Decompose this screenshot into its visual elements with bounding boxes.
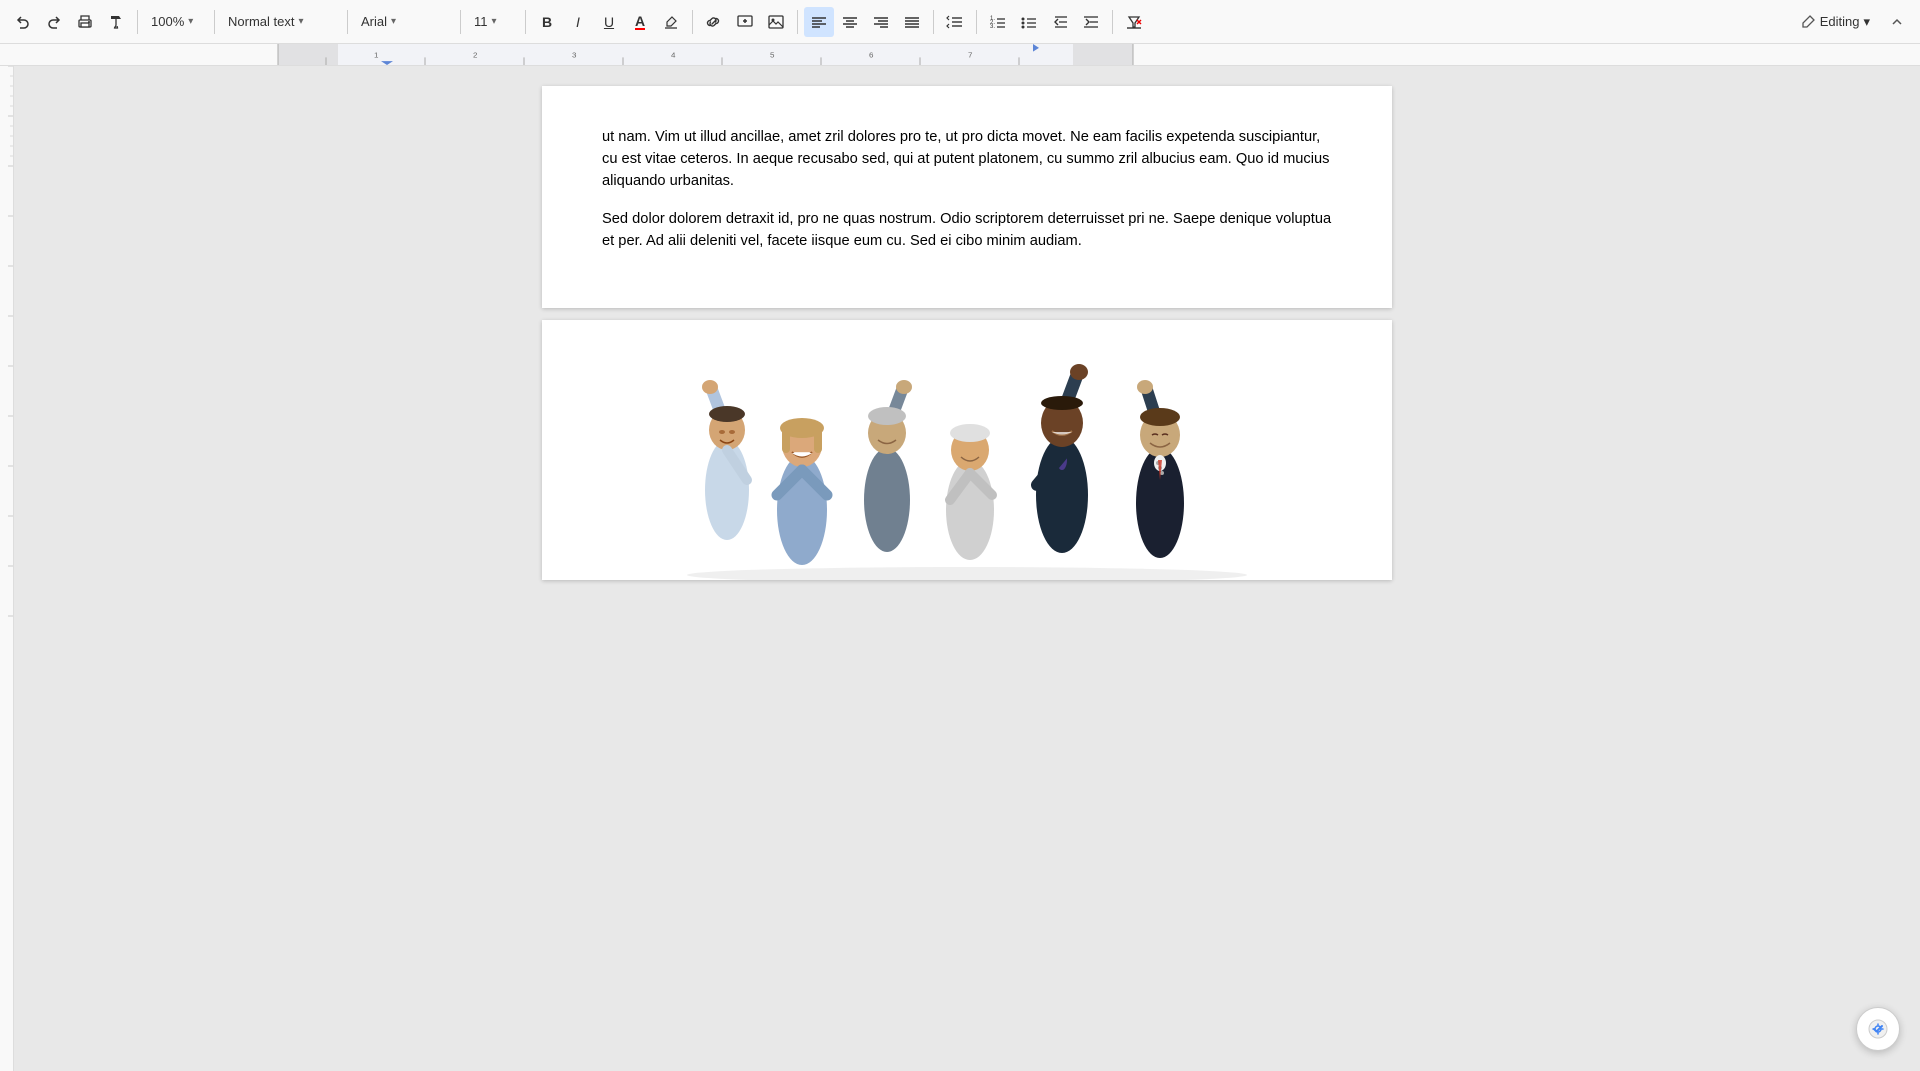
style-select[interactable]: Normal text ▾ xyxy=(221,7,341,37)
align-left-button[interactable] xyxy=(804,7,834,37)
people-image xyxy=(642,360,1292,580)
divider-3 xyxy=(347,10,348,34)
paragraph-2: Sed dolor dolorem detraxit id, pro ne qu… xyxy=(602,208,1332,252)
size-arrow: ▾ xyxy=(492,16,497,27)
doc-content: ut nam. Vim ut illud ancillae, amet zril… xyxy=(602,126,1332,252)
redo-button[interactable] xyxy=(39,7,69,37)
svg-text:4: 4 xyxy=(671,51,676,60)
font-value: Arial xyxy=(361,14,387,29)
editing-label: Editing xyxy=(1820,14,1860,29)
size-select[interactable]: 11 ▾ xyxy=(467,7,519,37)
line-spacing-button[interactable] xyxy=(940,7,970,37)
divider-7 xyxy=(797,10,798,34)
indent-increase-button[interactable] xyxy=(1076,7,1106,37)
divider-6 xyxy=(692,10,693,34)
highlight-button[interactable] xyxy=(656,7,686,37)
insert-comment-button[interactable] xyxy=(730,7,760,37)
svg-text:1: 1 xyxy=(374,51,378,60)
collapse-toolbar-button[interactable] xyxy=(1882,7,1912,37)
italic-button[interactable]: I xyxy=(563,7,593,37)
divider-2 xyxy=(214,10,215,34)
divider-9 xyxy=(976,10,977,34)
clear-format-button[interactable] xyxy=(1119,7,1149,37)
align-right-button[interactable] xyxy=(866,7,896,37)
document-page-1[interactable]: ut nam. Vim ut illud ancillae, amet zril… xyxy=(542,86,1392,308)
bold-icon: B xyxy=(542,14,552,30)
bulleted-list-button[interactable] xyxy=(1014,7,1044,37)
font-arrow: ▾ xyxy=(391,16,396,27)
paragraph-1: ut nam. Vim ut illud ancillae, amet zril… xyxy=(602,126,1332,192)
link-button[interactable] xyxy=(699,7,729,37)
indent-decrease-button[interactable] xyxy=(1045,7,1075,37)
svg-text:6: 6 xyxy=(869,51,873,60)
format-group: B I U A xyxy=(532,7,686,37)
divider-10 xyxy=(1112,10,1113,34)
paint-format-button[interactable] xyxy=(101,7,131,37)
editing-mode-button[interactable]: Editing ▾ xyxy=(1790,7,1880,37)
divider-1 xyxy=(137,10,138,34)
align-group xyxy=(804,7,927,37)
svg-text:7: 7 xyxy=(968,51,972,60)
style-value: Normal text xyxy=(228,14,294,29)
bold-button[interactable]: B xyxy=(532,7,562,37)
list-group: 1. 2. 3. xyxy=(983,7,1106,37)
print-button[interactable] xyxy=(70,7,100,37)
history-group xyxy=(8,7,131,37)
main-content: ut nam. Vim ut illud ancillae, amet zril… xyxy=(14,66,1920,1071)
divider-4 xyxy=(460,10,461,34)
align-center-button[interactable] xyxy=(835,7,865,37)
size-value: 11 xyxy=(474,14,488,29)
insert-group xyxy=(699,7,791,37)
svg-text:2: 2 xyxy=(473,51,477,60)
zoom-select[interactable]: 100% ▾ xyxy=(144,7,208,37)
toolbar: 100% ▾ Normal text ▾ Arial ▾ 11 ▾ B I U … xyxy=(0,0,1920,44)
underline-button[interactable]: U xyxy=(594,7,624,37)
numbered-list-button[interactable]: 1. 2. 3. xyxy=(983,7,1013,37)
font-select[interactable]: Arial ▾ xyxy=(354,7,454,37)
celebration-svg xyxy=(642,360,1292,580)
style-arrow: ▾ xyxy=(298,16,303,27)
text-color-button[interactable]: A xyxy=(625,7,655,37)
ai-assistant-button[interactable] xyxy=(1856,1007,1900,1051)
svg-text:3: 3 xyxy=(572,51,576,60)
divider-5 xyxy=(525,10,526,34)
align-justify-button[interactable] xyxy=(897,7,927,37)
underline-icon: U xyxy=(604,14,614,30)
italic-icon: I xyxy=(576,14,580,30)
zoom-value: 100% xyxy=(151,14,184,29)
undo-button[interactable] xyxy=(8,7,38,37)
svg-text:3.: 3. xyxy=(990,24,995,30)
document-page-2[interactable] xyxy=(542,320,1392,580)
text-color-icon: A xyxy=(635,14,645,30)
svg-text:5: 5 xyxy=(770,51,775,60)
editing-arrow: ▾ xyxy=(1863,14,1870,30)
divider-8 xyxy=(933,10,934,34)
image-button[interactable] xyxy=(761,7,791,37)
zoom-arrow: ▾ xyxy=(188,16,193,27)
ruler: 1 2 3 4 5 6 7 xyxy=(0,44,1920,66)
left-ruler xyxy=(0,66,14,1071)
